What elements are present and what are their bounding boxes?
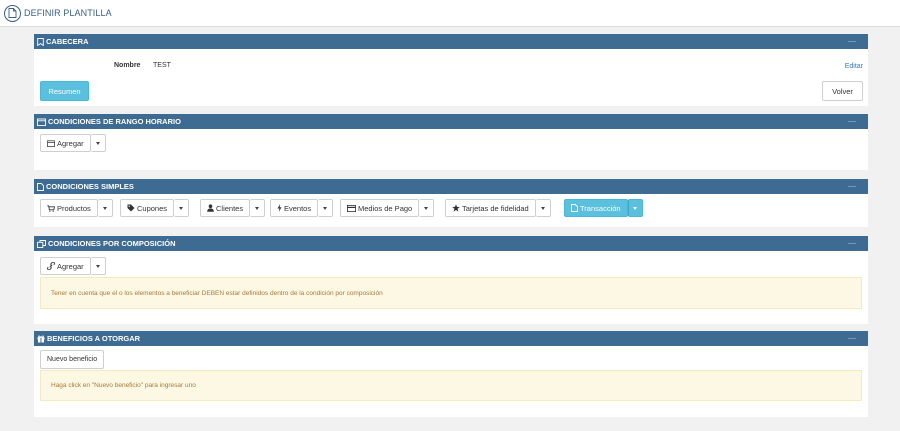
collapse-icon[interactable]: —: [848, 182, 856, 191]
cabecera-header: CABECERA —: [34, 34, 868, 49]
simples-header: CONDICIONES SIMPLES —: [34, 179, 868, 194]
eventos-group: Eventos: [270, 199, 334, 217]
composicion-header: CONDICIONES POR COMPOSICIÓN —: [34, 236, 868, 251]
beneficios-panel: BENEFICIOS A OTORGAR — Nuevo beneficio H…: [34, 331, 868, 417]
eventos-label: Eventos: [284, 203, 312, 213]
transaccion-dropdown-toggle[interactable]: [627, 199, 643, 217]
tag-icon: [127, 204, 135, 212]
clientes-label: Clientes: [216, 203, 244, 213]
composicion-agregar-group: Agregar: [40, 257, 106, 275]
nombre-label: Nombre: [114, 62, 141, 69]
eventos-dropdown-toggle[interactable]: [318, 199, 334, 217]
page-title: DEFINIR PLANTILLA: [24, 8, 112, 18]
tarjetas-fidelidad-dropdown-toggle[interactable]: [535, 199, 551, 217]
agregar-dropdown-toggle[interactable]: [90, 134, 106, 152]
medios-pago-button[interactable]: Medios de Pago: [340, 199, 420, 217]
nuevo-beneficio-button[interactable]: Nuevo beneficio: [40, 350, 105, 369]
agregar-composicion-dropdown-toggle[interactable]: [90, 257, 106, 275]
editar-link[interactable]: Editar: [845, 63, 863, 70]
composicion-warning: Tener en cuenta que el o los elementos a…: [40, 277, 862, 309]
tarjetas-fidelidad-button[interactable]: Tarjetas de fidelidad: [445, 199, 536, 217]
clientes-group: Clientes: [200, 199, 266, 217]
star-icon: [452, 204, 460, 212]
productos-button[interactable]: Productos: [40, 199, 98, 217]
tarjetas-group: Tarjetas de fidelidad: [445, 199, 551, 217]
transaccion-group: Transacción: [564, 199, 643, 217]
collapse-icon[interactable]: —: [848, 37, 856, 46]
cupones-label: Cupones: [137, 203, 168, 213]
simples-title: CONDICIONES SIMPLES: [46, 182, 134, 191]
agregar-label: Agregar: [57, 138, 84, 148]
medios-group: Medios de Pago: [340, 199, 435, 217]
chevron-down-icon: [323, 206, 328, 210]
medios-pago-label: Medios de Pago: [358, 203, 413, 213]
bookmark-icon: [37, 37, 44, 46]
rango-header: CONDICIONES DE RANGO HORARIO —: [34, 114, 868, 129]
composicion-title: CONDICIONES POR COMPOSICIÓN: [48, 239, 176, 248]
transaccion-button[interactable]: Transacción: [564, 199, 628, 217]
beneficios-title: BENEFICIOS A OTORGAR: [47, 334, 141, 343]
file-icon: [571, 204, 578, 212]
beneficios-info: Haga click en "Nuevo beneficio" para ing…: [40, 370, 862, 401]
rango-panel: CONDICIONES DE RANGO HORARIO — Agregar: [34, 114, 868, 170]
document-icon: [4, 4, 21, 22]
cabecera-panel: CABECERA — Nombre TEST Editar Resumen Vo…: [34, 34, 868, 106]
cart-icon: [47, 204, 55, 212]
calendar-icon: [47, 139, 55, 147]
calendar-icon: [37, 118, 46, 126]
clone-icon: [37, 239, 46, 248]
transaccion-label: Transacción: [580, 203, 621, 213]
cupones-dropdown-toggle[interactable]: [174, 199, 190, 217]
chevron-down-icon: [540, 206, 545, 210]
nombre-value: TEST: [153, 62, 171, 69]
gift-icon: [37, 335, 45, 343]
link-icon: [47, 262, 55, 270]
cupones-group: Cupones: [120, 199, 190, 217]
rango-agregar-group: Agregar: [40, 134, 106, 152]
clientes-dropdown-toggle[interactable]: [250, 199, 266, 217]
volver-button[interactable]: Volver: [822, 81, 863, 101]
collapse-icon[interactable]: —: [848, 117, 856, 126]
cupones-button[interactable]: Cupones: [120, 199, 175, 217]
chevron-down-icon: [95, 141, 100, 145]
productos-label: Productos: [57, 203, 91, 213]
medios-pago-dropdown-toggle[interactable]: [419, 199, 435, 217]
resumen-button[interactable]: Resumen: [40, 81, 89, 101]
agregar-composicion-button[interactable]: Agregar: [40, 257, 91, 275]
chevron-down-icon: [424, 206, 429, 210]
chevron-down-icon: [633, 206, 638, 210]
tarjetas-fidelidad-label: Tarjetas de fidelidad: [462, 203, 529, 213]
agregar-button[interactable]: Agregar: [40, 134, 91, 152]
composicion-panel: CONDICIONES POR COMPOSICIÓN — Agregar Te…: [34, 236, 868, 324]
beneficios-header: BENEFICIOS A OTORGAR —: [34, 331, 868, 346]
credit-card-icon: [347, 204, 356, 212]
user-icon: [207, 204, 214, 212]
rango-title: CONDICIONES DE RANGO HORARIO: [48, 117, 181, 126]
cabecera-title: CABECERA: [46, 37, 89, 46]
productos-group: Productos: [40, 199, 113, 217]
collapse-icon[interactable]: —: [848, 334, 856, 343]
productos-dropdown-toggle[interactable]: [97, 199, 113, 217]
simples-panel: CONDICIONES SIMPLES — Productos Cupones …: [34, 179, 868, 227]
bolt-icon: [277, 204, 282, 212]
collapse-icon[interactable]: —: [848, 239, 856, 248]
chevron-down-icon: [102, 206, 107, 210]
clientes-button[interactable]: Clientes: [200, 199, 251, 217]
file-icon: [37, 182, 44, 191]
chevron-down-icon: [255, 206, 260, 210]
agregar-composicion-label: Agregar: [57, 261, 84, 271]
eventos-button[interactable]: Eventos: [270, 199, 319, 217]
top-bar: DEFINIR PLANTILLA: [0, 0, 900, 27]
chevron-down-icon: [179, 206, 184, 210]
chevron-down-icon: [95, 264, 100, 268]
